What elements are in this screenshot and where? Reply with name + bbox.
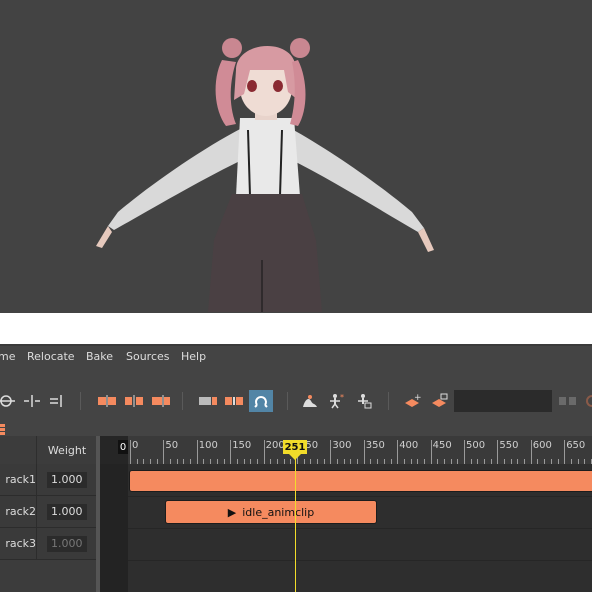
clip-dim-icon: [556, 390, 580, 412]
track-weight-field[interactable]: 1.000: [47, 535, 87, 552]
menu-item-frame[interactable]: me: [0, 350, 15, 363]
magnet-snap-icon[interactable]: [249, 390, 273, 412]
track-weight-field[interactable]: 1.000: [47, 503, 87, 520]
track-name: rack1: [5, 473, 36, 486]
ruler-tick: [430, 440, 432, 464]
clip-label: idle_animclip: [242, 505, 315, 519]
ruler-tick-label: 50: [165, 440, 179, 451]
menu-item-bake[interactable]: Bake: [86, 350, 113, 363]
ruler-tick: [330, 440, 332, 464]
start-marker: 0: [118, 440, 128, 454]
timeline-lane[interactable]: [128, 528, 592, 561]
ruler-tick: [564, 440, 566, 464]
ruler-tick-label: 500: [466, 440, 486, 451]
split-tool-icon[interactable]: [20, 390, 44, 412]
svg-text:*: *: [340, 393, 344, 402]
play-icon: ▶: [227, 505, 237, 519]
ruler-tick: [363, 440, 365, 464]
ruler-tick-label: 200: [265, 440, 285, 451]
clip-trim-icon[interactable]: [122, 390, 146, 412]
ruler-tick: [130, 440, 131, 464]
animation-clip[interactable]: [129, 470, 592, 492]
ruler-tick: [163, 440, 165, 464]
align-tool-icon[interactable]: [46, 390, 70, 412]
track-name: rack3: [5, 537, 36, 550]
clip-trim-start-icon[interactable]: [95, 390, 119, 412]
ruler-tick-label: 550: [499, 440, 519, 451]
timeline-editor: me Relocate Bake Sources Help * + Weight…: [0, 344, 592, 592]
ruler-tick: [464, 440, 465, 464]
ruler-tick-label: 650: [566, 440, 586, 451]
track-list: Weight rack1 1.000 rack2 1.000 rack3 1.0…: [0, 436, 97, 592]
ruler-tick-label: 150: [232, 440, 252, 451]
timeline[interactable]: 0 0 50 100 150 200 250 300 350 400 450 500 550 600 65…: [100, 436, 592, 592]
ruler-tick-label: 400: [399, 440, 419, 451]
filter-field[interactable]: [454, 390, 552, 412]
ruler-tick-label: 0: [132, 440, 139, 451]
track-weight-field[interactable]: 1.000: [47, 471, 87, 488]
refresh-icon: [580, 390, 592, 412]
ruler-tick: [397, 440, 399, 464]
clip-trim-end-icon[interactable]: [149, 390, 173, 412]
clip-gray-icon[interactable]: [196, 390, 220, 412]
playhead-arrow: [289, 454, 301, 460]
character-model: [96, 38, 434, 312]
menu-item-sources[interactable]: Sources: [126, 350, 170, 363]
svg-text:+: +: [414, 393, 421, 403]
playhead-line: [295, 456, 296, 592]
clip-blend-icon[interactable]: [222, 390, 246, 412]
character-rig-icon[interactable]: [352, 390, 376, 412]
menu-item-help[interactable]: Help: [181, 350, 206, 363]
3d-viewport[interactable]: [0, 0, 592, 313]
track-row[interactable]: rack3 1.000: [0, 528, 97, 560]
track-row[interactable]: rack1 1.000: [0, 464, 97, 496]
panel-divider: [0, 313, 592, 344]
weight-column-header: Weight: [36, 436, 97, 464]
ruler-tick: [497, 440, 499, 464]
track-row[interactable]: rack2 1.000: [0, 496, 97, 528]
ruler-tick-label: 100: [198, 440, 218, 451]
ruler-tick: [263, 440, 265, 464]
toolbar: * +: [0, 366, 592, 435]
playhead[interactable]: 251: [283, 440, 307, 454]
ruler-tick-label: 450: [432, 440, 452, 451]
ruler-tick: [530, 440, 532, 464]
menu-bar: me Relocate Bake Sources Help: [0, 344, 592, 368]
layer-remove-icon[interactable]: [427, 390, 451, 412]
menu-item-relocate[interactable]: Relocate: [27, 350, 75, 363]
animation-clip-idle[interactable]: ▶ idle_animclip: [165, 500, 377, 524]
ruler-tick-label: 350: [365, 440, 385, 451]
track-name: rack2: [5, 505, 36, 518]
ruler-tick-label: 300: [332, 440, 352, 451]
ruler-tick-label: 600: [532, 440, 552, 451]
character-add-icon[interactable]: *: [325, 390, 349, 412]
ruler-tick: [230, 440, 232, 464]
character-pose-icon[interactable]: [298, 390, 322, 412]
time-ruler[interactable]: 0 0 50 100 150 200 250 300 350 400 450 500 550 600 65…: [100, 436, 592, 464]
move-tool-icon[interactable]: [0, 390, 18, 412]
layer-add-icon[interactable]: +: [400, 390, 424, 412]
ruler-tick: [196, 440, 198, 464]
